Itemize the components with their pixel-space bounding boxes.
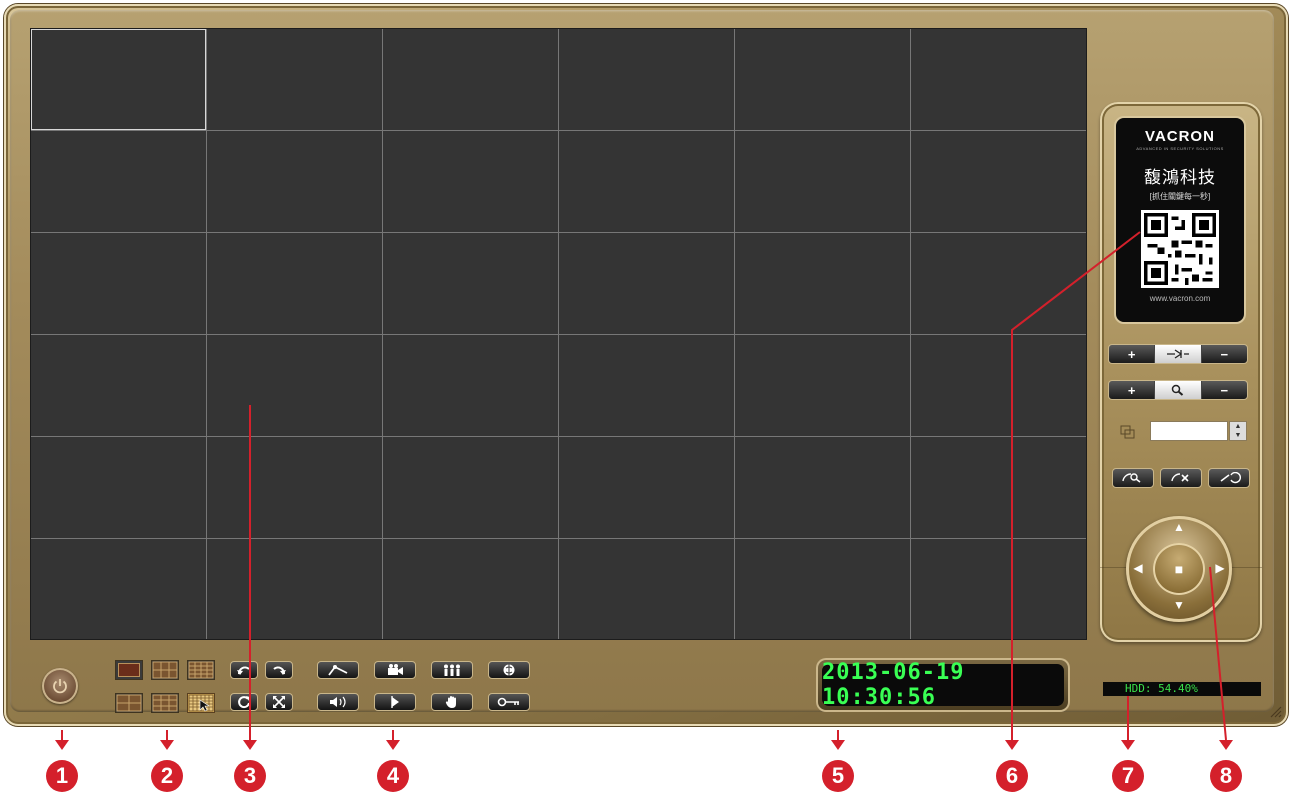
power-button[interactable]	[42, 668, 78, 704]
callout-marker-4: 4	[377, 760, 409, 792]
key-icon	[497, 697, 519, 707]
settings-button[interactable]	[317, 661, 359, 679]
layout-1-button[interactable]	[115, 660, 143, 680]
grid-line	[31, 130, 1086, 131]
callout-marker-5: 5	[822, 760, 854, 792]
grid-36-icon	[188, 694, 214, 712]
arrow-down-icon	[831, 740, 845, 750]
layout-36-button[interactable]	[187, 693, 215, 713]
arrow-down-icon	[243, 740, 257, 750]
network-icon	[503, 664, 515, 676]
brand-tagline: ADVANCED IN SECURITY SOLUTIONS	[1136, 146, 1224, 151]
grid-16-icon	[188, 661, 214, 679]
playback-button[interactable]	[374, 693, 416, 711]
grid-line	[31, 232, 1086, 233]
refresh-icon	[238, 696, 250, 709]
focus-minus-button[interactable]: −	[1202, 345, 1247, 363]
arrow-down-icon	[1005, 740, 1019, 750]
callout-marker-8: 8	[1210, 760, 1242, 792]
rotate-left-icon	[237, 666, 250, 675]
brand-chinese-name: 馥鴻科技	[1144, 168, 1216, 187]
rotate-right-icon	[273, 666, 286, 675]
patrol-button[interactable]	[1160, 468, 1202, 488]
video-grid[interactable]	[30, 28, 1087, 640]
callout-marker-1: 1	[46, 760, 78, 792]
layout-9-button[interactable]	[151, 693, 179, 713]
arrow-down-icon	[55, 740, 69, 750]
layout-16-button[interactable]	[187, 660, 215, 680]
layout-6-button[interactable]	[151, 660, 179, 680]
user-group-icon	[444, 664, 460, 676]
qr-code-icon	[1141, 210, 1219, 288]
brand-slogan: [抓住關鍵每一秒]	[1149, 192, 1211, 201]
audio-icon	[330, 696, 346, 708]
layout-4-button[interactable]	[115, 693, 143, 713]
focus-control: + −	[1108, 344, 1248, 364]
zoom-plus-button[interactable]: +	[1109, 381, 1156, 399]
auto-scan-button[interactable]	[1112, 468, 1154, 488]
patrol-icon	[1171, 473, 1189, 482]
grid-line	[31, 538, 1086, 539]
resize-grip-icon[interactable]	[1268, 704, 1282, 718]
focus-icon	[1155, 345, 1202, 363]
audio-button[interactable]	[317, 693, 359, 711]
fullscreen-button[interactable]	[265, 693, 293, 711]
arrow-down-icon	[1121, 740, 1135, 750]
power-icon	[53, 679, 67, 694]
playback-icon	[391, 696, 399, 708]
selected-channel-cell[interactable]	[31, 29, 206, 130]
arrow-down-icon	[160, 740, 174, 750]
pan-down-button[interactable]: ▼	[1172, 598, 1186, 612]
grid-line	[31, 334, 1086, 335]
brand-card: VACRON ADVANCED IN SECURITY SOLUTIONS 馥鴻…	[1114, 116, 1246, 324]
ptz-hand-button[interactable]	[431, 693, 473, 711]
pattern-button[interactable]	[1208, 468, 1250, 488]
brand-logo: VACRON	[1145, 128, 1215, 145]
pan-up-button[interactable]: ▲	[1172, 520, 1186, 534]
grid-9-icon	[152, 694, 178, 712]
record-icon	[388, 664, 403, 675]
fullscreen-icon	[273, 696, 285, 708]
focus-plus-button[interactable]: +	[1109, 345, 1156, 363]
preset-icon	[1120, 425, 1136, 439]
grid-line	[31, 436, 1086, 437]
pattern-icon	[1220, 472, 1241, 484]
pan-right-button[interactable]: ▶	[1213, 561, 1227, 575]
zoom-minus-button[interactable]: −	[1202, 381, 1247, 399]
pan-left-button[interactable]: ◀	[1131, 561, 1145, 575]
arrow-down-icon	[386, 740, 400, 750]
magnifier-icon	[1155, 381, 1202, 399]
hdd-usage-status: HDD: 54.40%	[1103, 682, 1261, 696]
single-view-icon	[118, 663, 140, 677]
callout-marker-3: 3	[234, 760, 266, 792]
scan-icon	[1122, 473, 1141, 483]
refresh-button[interactable]	[230, 693, 258, 711]
rotate-right-button[interactable]	[265, 661, 293, 679]
callout-marker-7: 7	[1112, 760, 1144, 792]
callout-marker-6: 6	[996, 760, 1028, 792]
preset-input[interactable]	[1150, 421, 1228, 441]
arrow-down-icon	[1219, 740, 1233, 750]
brand-url: www.vacron.com	[1149, 294, 1211, 303]
ptz-stop-button[interactable]: ■	[1153, 543, 1205, 595]
settings-icon	[328, 665, 348, 676]
network-button[interactable]	[488, 661, 530, 679]
datetime-display: 2013-06-19 10:30:56	[822, 660, 1064, 710]
login-button[interactable]	[488, 693, 530, 711]
grid-4-icon	[116, 694, 142, 712]
user-management-button[interactable]	[431, 661, 473, 679]
zoom-control: + −	[1108, 380, 1248, 400]
hand-icon	[445, 696, 456, 708]
grid-6-icon	[152, 661, 178, 679]
record-button[interactable]	[374, 661, 416, 679]
rotate-left-button[interactable]	[230, 661, 258, 679]
preset-stepper[interactable]: ▲ ▼	[1229, 421, 1247, 441]
callout-marker-2: 2	[151, 760, 183, 792]
